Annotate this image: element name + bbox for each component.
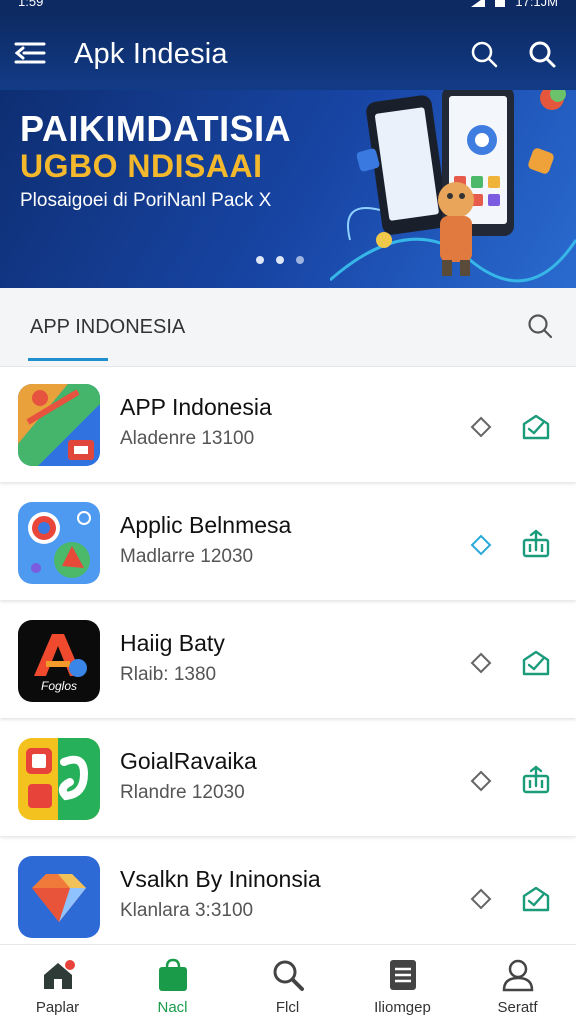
install-icon[interactable]	[520, 410, 552, 442]
nav-item-store[interactable]: Nacl	[115, 945, 230, 1025]
bottom-nav: Paplar Nacl Flcl Iliomgep Seratf	[0, 944, 576, 1025]
status-clock: 17:1JM	[515, 0, 558, 9]
list-item[interactable]: Applic Belnmesa Madlarre 12030	[0, 488, 576, 600]
list-item[interactable]: Foglos Haiig Baty Rlaib: 1380	[0, 606, 576, 718]
download-icon[interactable]	[520, 528, 552, 560]
menu-icon[interactable]	[14, 40, 46, 66]
nav-label: Flcl	[275, 999, 300, 1016]
tab-app-indonesia[interactable]: APP INDONESIA	[30, 316, 185, 339]
nav-label: Paplar	[35, 999, 80, 1016]
nav-label: Nacl	[157, 999, 188, 1016]
favorite-icon[interactable]	[470, 416, 492, 438]
app-meta: Madlarre 12030	[120, 546, 254, 567]
banner-tagline: Plosaigoei di PoriNanl Pack X	[20, 190, 272, 211]
favorite-icon[interactable]	[470, 770, 492, 792]
app-name: Haiig Baty	[120, 630, 225, 656]
signal-icon	[471, 0, 486, 7]
home-icon	[44, 960, 75, 989]
app-bar: Apk Indesia	[0, 14, 576, 90]
banner-pager	[256, 256, 304, 264]
install-icon[interactable]	[520, 882, 552, 914]
app-meta: Rlandre 12030	[120, 782, 245, 803]
app-meta: Aladenre 13100	[120, 428, 255, 449]
banner-illustration	[330, 90, 576, 283]
browser-app-icon	[18, 502, 100, 584]
list-item[interactable]: GoialRavaika Rlandre 12030	[0, 724, 576, 836]
search-icon[interactable]	[470, 40, 498, 68]
search-icon[interactable]	[528, 40, 556, 68]
nav-item-search[interactable]: Flcl	[230, 945, 345, 1025]
battery-icon	[495, 0, 506, 7]
nav-item-home[interactable]: Paplar	[0, 945, 115, 1025]
bag-icon	[159, 958, 187, 991]
pager-dot[interactable]	[276, 256, 284, 264]
games-app-icon	[18, 738, 100, 820]
fonts-app-icon: Foglos	[18, 620, 100, 702]
status-bar: 1:59 17:1JM	[0, 0, 576, 14]
favorite-icon[interactable]	[470, 652, 492, 674]
app-name: Vsalkn By Ininonsia	[120, 866, 321, 892]
logo-text: Foglos	[41, 679, 77, 693]
maps-app-icon	[18, 384, 100, 466]
list-item[interactable]: Vsalkn By Ininonsia Klanlara 3:3100	[0, 842, 576, 954]
download-icon[interactable]	[520, 764, 552, 796]
pager-dot[interactable]	[296, 256, 304, 264]
section-header: APP INDONESIA	[0, 288, 576, 367]
status-time: 1:59	[18, 0, 44, 9]
list-item[interactable]: APP Indonesia Aladenre 13100	[0, 370, 576, 482]
gem-app-icon	[18, 856, 100, 938]
app-name: APP Indonesia	[120, 394, 272, 420]
status-icons: 17:1JM	[471, 0, 558, 8]
tab-indicator	[28, 358, 108, 361]
nav-item-list[interactable]: Iliomgep	[345, 945, 460, 1025]
search-icon	[273, 960, 304, 991]
app-meta: Klanlara 3:3100	[120, 900, 254, 921]
banner-headline: PAIKIMDATISIA	[20, 108, 292, 149]
nav-label: Iliomgep	[374, 999, 431, 1016]
app-title: Apk Indesia	[74, 38, 228, 70]
banner-subheadline: UGBO NDISAAI	[20, 148, 263, 184]
nav-item-profile[interactable]: Seratf	[460, 945, 575, 1025]
pager-dot[interactable]	[256, 256, 264, 264]
install-icon[interactable]	[520, 646, 552, 678]
app-name: Applic Belnmesa	[120, 512, 292, 538]
favorite-icon[interactable]	[470, 534, 492, 556]
list-icon	[390, 960, 416, 990]
favorite-icon[interactable]	[470, 888, 492, 910]
app-name: GoialRavaika	[120, 748, 257, 774]
profile-icon	[502, 959, 534, 992]
search-icon[interactable]	[526, 312, 554, 340]
app-meta: Rlaib: 1380	[120, 664, 217, 685]
nav-label: Seratf	[497, 999, 538, 1016]
promo-banner[interactable]: PAIKIMDATISIA UGBO NDISAAI Plosaigoei di…	[0, 90, 576, 288]
